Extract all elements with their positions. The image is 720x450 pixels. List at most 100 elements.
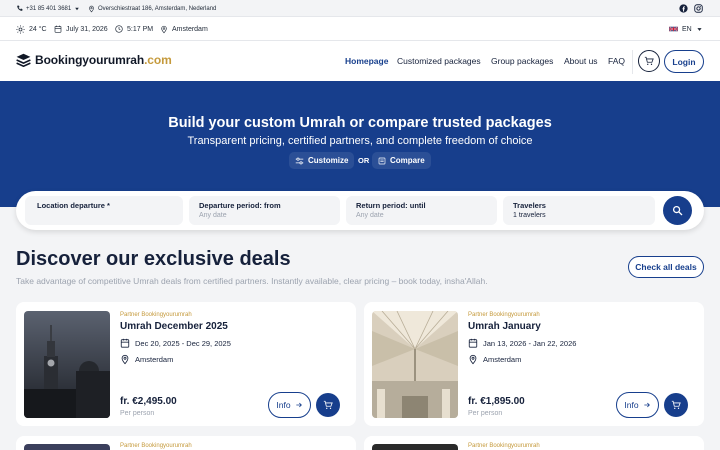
deal-dates: Jan 13, 2026 - Jan 22, 2026 (468, 338, 576, 348)
price-per-person: Per person (120, 410, 155, 417)
info-label: Info (276, 400, 291, 410)
top-contact-bar: +31 85 401 3681 Overschiestraat 186, Ams… (0, 0, 720, 17)
address-text: Overschiestraat 186, Amsterdam, Nederlan… (98, 5, 217, 12)
price-per-person: Per person (468, 410, 503, 417)
customize-label: Customize (308, 156, 349, 165)
current-date: July 31, 2026 (54, 17, 108, 41)
site-logo[interactable]: Bookingyourumrah.com (16, 53, 172, 67)
map-pin-icon (89, 5, 94, 12)
temperature: 24 °C (29, 25, 47, 33)
login-button[interactable]: Login (664, 50, 704, 73)
partner-label: Partner Bookingyourumrah (120, 443, 192, 449)
deal-price: fr. €2,495.00 (120, 396, 177, 407)
deal-image-clock-tower (24, 311, 110, 418)
departure-from-field[interactable]: Departure period: from Any date (189, 196, 340, 225)
deal-dates-text: Jan 13, 2026 - Jan 22, 2026 (483, 338, 577, 348)
location-departure-field[interactable]: Location departure * (25, 196, 183, 225)
deals-title: Discover our exclusive deals (16, 248, 291, 270)
return-until-field[interactable]: Return period: until Any date (346, 196, 497, 225)
date-text: July 31, 2026 (66, 25, 108, 33)
add-to-cart-button[interactable] (664, 393, 688, 417)
calendar-icon (468, 338, 478, 348)
instagram-link[interactable] (694, 0, 703, 17)
package-search-bar: Location departure * Departure period: f… (16, 191, 704, 230)
phone-icon (17, 5, 23, 11)
facebook-icon (679, 4, 688, 13)
brand-name: Bookingyourumrah (35, 53, 145, 67)
deal-card[interactable]: Partner Bookingyourumrah Umrah January J… (364, 302, 704, 426)
logo-text: Bookingyourumrah.com (35, 53, 172, 67)
deal-dates: Dec 20, 2025 - Dec 29, 2025 (120, 338, 231, 348)
compare-button[interactable]: Compare (372, 152, 431, 169)
instagram-icon (694, 4, 703, 13)
cart-icon (323, 400, 333, 409)
main-navbar: Bookingyourumrah.com Homepage Customized… (0, 41, 720, 81)
cart-icon (644, 56, 654, 65)
info-button[interactable]: Info (616, 392, 659, 418)
deal-title: Umrah January (468, 321, 541, 332)
clock-icon (115, 25, 123, 33)
nav-divider (632, 50, 633, 74)
deal-location-text: Amsterdam (483, 355, 522, 364)
calendar-icon (120, 338, 130, 348)
location-text: Amsterdam (172, 25, 208, 33)
compare-icon (378, 157, 386, 164)
time-text: 5:17 PM (127, 25, 154, 33)
map-pin-icon (121, 354, 129, 365)
language-label: EN (682, 25, 692, 33)
calendar-icon (54, 25, 62, 33)
hero-title: Build your custom Umrah or compare trust… (168, 115, 552, 131)
current-location: Amsterdam (160, 17, 208, 41)
or-separator: OR (358, 156, 370, 165)
map-pin-icon (469, 354, 477, 365)
brand-tld: .com (144, 53, 172, 67)
deal-price: fr. €1,895.00 (468, 396, 525, 407)
partner-label: Partner Bookingyourumrah (120, 312, 192, 318)
deals-subtitle: Take advantage of competitive Umrah deal… (16, 276, 488, 286)
phone-contact[interactable]: +31 85 401 3681 (16, 0, 80, 17)
logo-icon (16, 53, 31, 67)
travelers-field[interactable]: Travelers 1 travelers (503, 196, 655, 225)
deal-card[interactable]: Partner Bookingyourumrah (364, 436, 704, 450)
current-time: 5:17 PM (115, 17, 153, 41)
travelers-label: Travelers (513, 201, 546, 210)
cart-icon (671, 400, 681, 409)
weather: 24 °C (16, 17, 47, 41)
deal-card[interactable]: Partner Bookingyourumrah Umrah December … (16, 302, 356, 426)
search-icon (672, 205, 683, 216)
partner-label: Partner Bookingyourumrah (468, 443, 540, 449)
deal-title: Umrah December 2025 (120, 321, 228, 332)
sun-icon (16, 24, 25, 34)
facebook-link[interactable] (679, 0, 688, 17)
search-button[interactable] (663, 196, 692, 225)
check-all-deals-button[interactable]: Check all deals (628, 256, 704, 278)
nav-about-us[interactable]: About us (564, 56, 598, 66)
address-contact[interactable]: Overschiestraat 186, Amsterdam, Nederlan… (88, 0, 216, 17)
departure-from-label: Departure period: from (199, 201, 281, 210)
deal-image-mosque-umbrellas (372, 311, 458, 418)
info-button[interactable]: Info (268, 392, 311, 418)
chevron-down-icon (697, 27, 702, 31)
add-to-cart-button[interactable] (316, 393, 340, 417)
deal-dates-text: Dec 20, 2025 - Dec 29, 2025 (135, 338, 231, 348)
customize-button[interactable]: Customize (289, 152, 355, 169)
return-until-value: Any date (356, 212, 384, 219)
nav-homepage[interactable]: Homepage (345, 56, 388, 66)
return-until-label: Return period: until (356, 201, 426, 210)
deal-location: Amsterdam (468, 354, 521, 365)
nav-faq[interactable]: FAQ (608, 56, 625, 66)
info-bar: 24 °C July 31, 2026 5:17 PM Amsterdam EN (0, 17, 720, 41)
nav-group-packages[interactable]: Group packages (491, 56, 553, 66)
deal-location: Amsterdam (120, 354, 173, 365)
uk-flag-icon (669, 26, 678, 32)
arrow-right-icon (295, 402, 302, 408)
deal-image (372, 444, 458, 450)
compare-label: Compare (390, 156, 425, 165)
language-selector[interactable]: EN (669, 17, 703, 41)
nav-customized-packages[interactable]: Customized packages (397, 56, 481, 66)
travelers-value: 1 travelers (513, 212, 546, 219)
cart-button[interactable] (638, 50, 660, 72)
deal-card[interactable]: Partner Bookingyourumrah (16, 436, 356, 450)
departure-from-value: Any date (199, 212, 227, 219)
phone-number: +31 85 401 3681 (26, 5, 72, 12)
